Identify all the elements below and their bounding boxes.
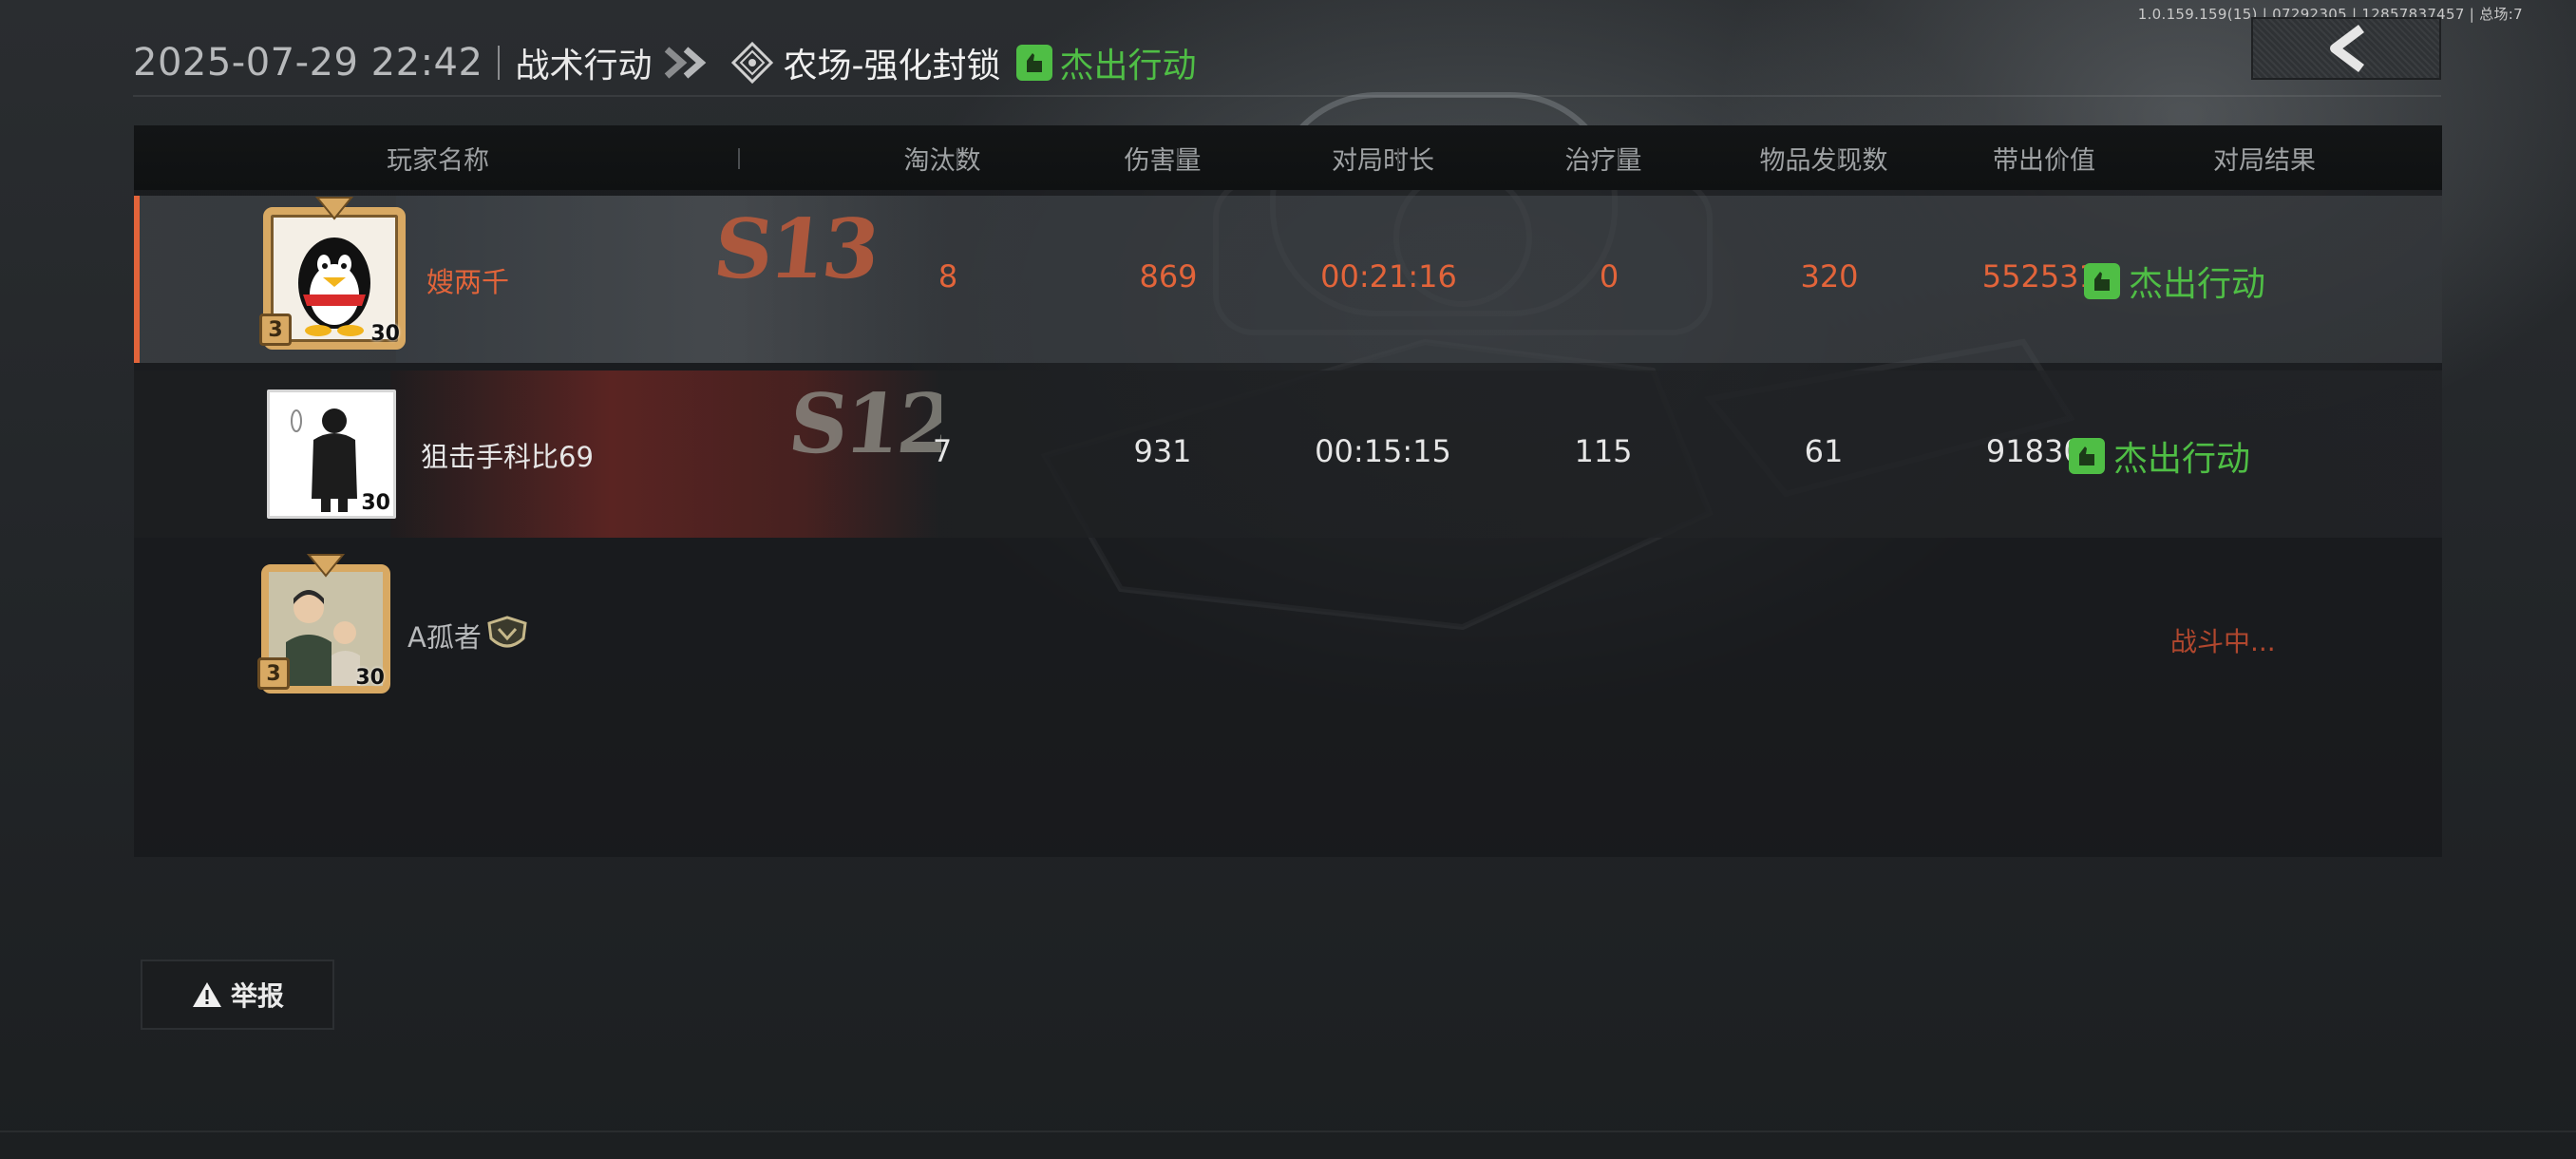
success-hand-icon	[2069, 438, 2105, 474]
stat-healing: 0	[1599, 258, 1619, 294]
column-separator	[1177, 148, 1179, 169]
player-status: 战斗中...	[2170, 626, 2276, 657]
header-result-label: 杰出行动	[1059, 47, 1197, 86]
stat-damage: 869	[1139, 258, 1198, 294]
frame-corner-badge: 3	[257, 657, 290, 690]
player-avatar[interactable]: 3 30	[257, 554, 390, 694]
player-row-2[interactable]: S12 30 狙击手科比69 7 931 00:15:15 115 61 918…	[134, 370, 2442, 538]
map-name: 农场-强化封锁	[783, 47, 1001, 86]
player-result: 杰出行动	[2068, 431, 2250, 481]
scoreboard-table: 玩家名称 淘汰数 伤害量 对局时长 治疗量 物品发现数 带出价值 对局结果 S1…	[134, 125, 2442, 857]
column-items-found: 物品发现数	[1759, 145, 1888, 176]
column-healing: 治疗量	[1564, 145, 1642, 176]
player-name: A孤者	[407, 621, 482, 654]
column-result: 对局结果	[2213, 145, 2316, 176]
map-diamond-icon	[731, 42, 774, 84]
header-rule	[133, 95, 2441, 97]
double-chevron-icon	[663, 46, 716, 80]
stat-eliminations: 8	[938, 258, 958, 294]
match-header: 2025-07-29 22:42 战术行动 农场-强化封锁 杰出行动	[133, 36, 1196, 89]
match-datetime: 2025-07-29 22:42	[133, 41, 483, 85]
stat-duration: 00:21:16	[1320, 258, 1457, 294]
frame-corner-badge: 3	[259, 314, 292, 346]
player-level: 30	[355, 666, 385, 690]
player-result-label: 杰出行动	[2113, 440, 2251, 479]
player-row-1[interactable]: S13 3 30 嫂两千 8 869 00:21:16 0 320 552531…	[134, 196, 2442, 363]
stat-items-found: 61	[1804, 433, 1844, 469]
report-button[interactable]: 举报	[141, 960, 334, 1030]
column-separator	[738, 148, 740, 169]
column-separator	[1618, 148, 1619, 169]
player-avatar[interactable]: 3 30	[259, 197, 406, 350]
player-avatar[interactable]: 30	[267, 390, 396, 519]
stat-healing: 115	[1574, 433, 1633, 469]
success-hand-icon	[2084, 263, 2120, 299]
player-name: 狙击手科比69	[421, 441, 594, 473]
success-hand-icon	[1016, 45, 1053, 81]
stat-items-found: 320	[1800, 258, 1859, 294]
rank-badge-icon	[487, 616, 527, 648]
footer-rule	[0, 1130, 2576, 1132]
player-name-wrapper: A孤者	[407, 616, 529, 656]
column-separator	[957, 148, 958, 169]
frame-crest-icon	[307, 554, 345, 578]
warning-icon	[192, 982, 221, 1007]
column-damage: 伤害量	[1124, 145, 1202, 176]
stat-eliminations: 7	[932, 433, 953, 469]
back-button[interactable]	[2251, 17, 2441, 80]
column-extract-value: 带出价值	[1993, 145, 2095, 176]
player-row-3[interactable]: 3 30 A孤者 战斗中...	[134, 545, 2442, 712]
player-level: 30	[361, 491, 390, 515]
header-divider	[498, 46, 501, 80]
column-duration: 对局时长	[1332, 145, 1434, 176]
player-result: 杰出行动	[2083, 256, 2265, 306]
column-eliminations: 淘汰数	[903, 145, 981, 176]
column-player-name: 玩家名称	[387, 145, 489, 176]
header-result: 杰出行动	[1015, 38, 1196, 87]
frame-crest-icon	[315, 197, 353, 220]
back-arrow-icon	[2330, 25, 2364, 72]
player-level: 30	[370, 322, 400, 346]
stat-duration: 00:15:15	[1315, 433, 1451, 469]
player-name: 嫂两千	[426, 266, 510, 298]
report-label: 举报	[230, 980, 284, 1012]
stat-damage: 931	[1133, 433, 1192, 469]
player-result-label: 杰出行动	[2129, 265, 2266, 304]
table-header: 玩家名称 淘汰数 伤害量 对局时长 治疗量 物品发现数 带出价值 对局结果	[134, 125, 2442, 190]
column-separator	[1838, 148, 1840, 169]
game-mode: 战术行动	[515, 47, 653, 86]
column-separator	[2058, 148, 2060, 169]
column-separator	[1397, 148, 1399, 169]
